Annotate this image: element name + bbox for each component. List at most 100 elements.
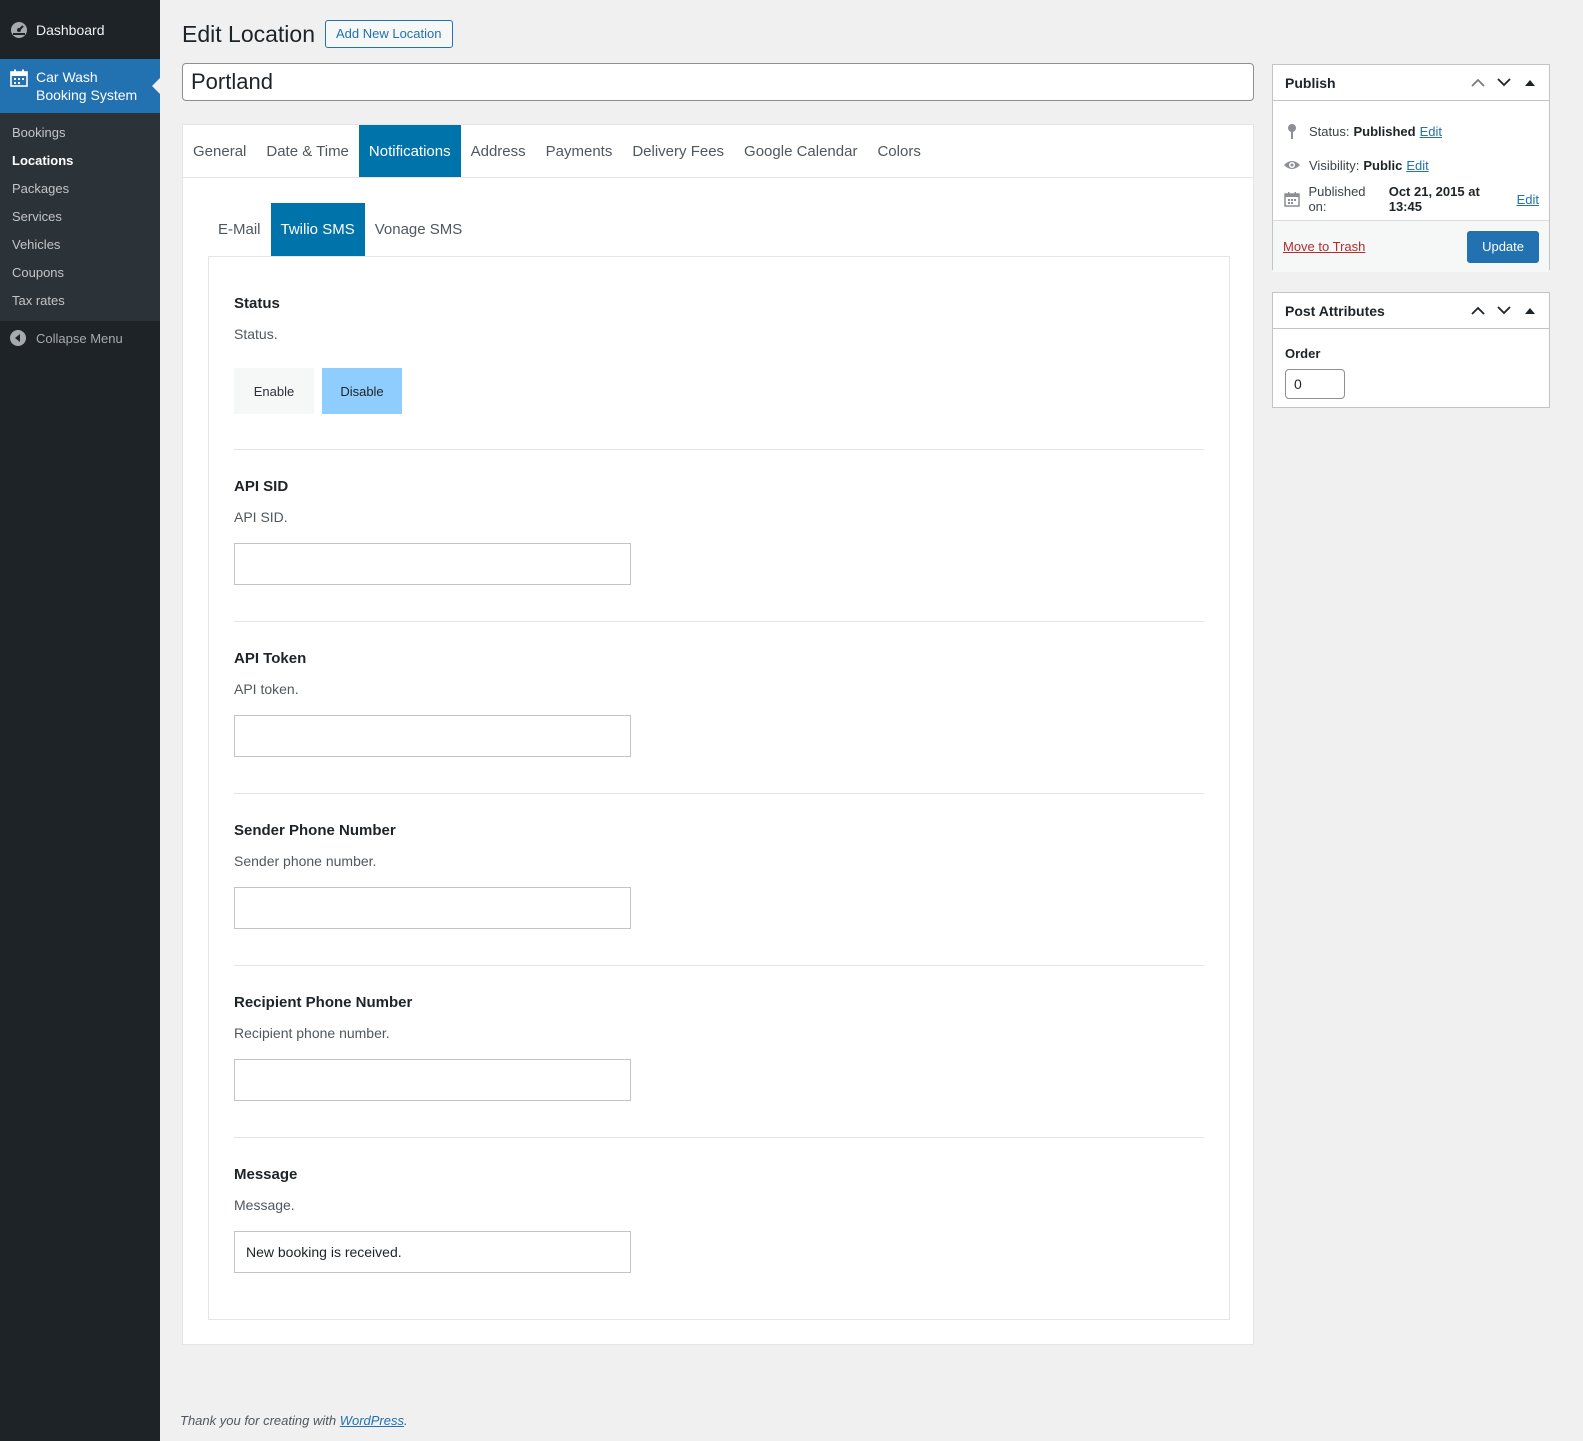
tab-date-time[interactable]: Date & Time	[256, 125, 359, 177]
sender-phone-title: Sender Phone Number	[234, 822, 396, 839]
api-token-title: API Token	[234, 650, 307, 667]
attributes-title: Post Attributes	[1285, 302, 1385, 319]
location-settings-box: General Date & Time Notifications Addres…	[182, 124, 1254, 1345]
publish-body: Status: Published Edit Visibility: Publi…	[1273, 101, 1549, 272]
disable-button[interactable]: Disable	[322, 368, 402, 414]
post-title-input[interactable]: Portland	[182, 63, 1254, 101]
notification-subtabs: E-Mail Twilio SMS Vonage SMS	[208, 203, 472, 256]
attributes-header: Post Attributes	[1273, 293, 1549, 329]
sender-phone-input[interactable]	[234, 887, 631, 929]
menu-current-line1: Car Wash	[36, 69, 98, 85]
submenu-tax-rates[interactable]: Tax rates	[0, 287, 160, 315]
separator	[234, 793, 1204, 794]
tab-delivery-fees[interactable]: Delivery Fees	[622, 125, 734, 177]
publish-visibility-row: Visibility: Public Edit	[1273, 148, 1549, 182]
chevron-down-icon[interactable]	[1491, 298, 1517, 324]
publish-actions: Move to Trash Update	[1273, 220, 1549, 272]
footer-text: Thank you for creating with	[180, 1413, 337, 1428]
post-attributes-box: Post Attributes Order 0	[1272, 292, 1550, 408]
enable-button[interactable]: Enable	[234, 368, 314, 414]
sender-phone-field: Sender Phone Number Sender phone number.	[234, 822, 1204, 929]
eye-icon	[1283, 156, 1301, 174]
subtab-twilio-sms[interactable]: Twilio SMS	[270, 203, 365, 256]
submenu-vehicles[interactable]: Vehicles	[0, 231, 160, 259]
publish-box: Publish Status: Published Edit Visibilit…	[1272, 64, 1550, 272]
edit-visibility-link[interactable]: Edit	[1406, 158, 1428, 173]
publish-header-actions	[1465, 70, 1549, 96]
api-token-input[interactable]	[234, 715, 631, 757]
toggle-panel-icon[interactable]	[1517, 298, 1543, 324]
submenu-locations[interactable]: Locations	[0, 147, 160, 175]
subtab-vonage-sms[interactable]: Vonage SMS	[365, 203, 473, 256]
separator	[234, 449, 1204, 450]
recipient-phone-input[interactable]	[234, 1059, 631, 1101]
visibility-value: Public	[1363, 157, 1403, 173]
move-to-trash-link[interactable]: Move to Trash	[1283, 239, 1365, 254]
pin-icon	[1283, 122, 1301, 140]
main-tabs: General Date & Time Notifications Addres…	[183, 125, 1253, 178]
toggle-panel-icon[interactable]	[1517, 70, 1543, 96]
menu-car-wash-booking[interactable]: Car Wash Booking System	[0, 59, 160, 113]
api-token-field: API Token API token.	[234, 650, 1204, 757]
published-label: Published on:	[1308, 184, 1366, 214]
menu-dashboard-label: Dashboard	[36, 21, 105, 38]
page-title: Edit Location	[182, 20, 315, 47]
calendar-icon	[10, 69, 28, 87]
menu-current-label: Car Wash Booking System	[36, 68, 137, 104]
submenu: Bookings Locations Packages Services Veh…	[0, 113, 160, 321]
sender-phone-desc: Sender phone number.	[234, 853, 377, 869]
chevron-down-icon[interactable]	[1491, 70, 1517, 96]
api-sid-input[interactable]	[234, 543, 631, 585]
message-desc: Message.	[234, 1197, 295, 1213]
order-label: Order	[1285, 346, 1321, 361]
status-toggle-group: Enable Disable	[234, 368, 1204, 414]
twilio-sms-panel: Status Status. Enable Disable API SID AP…	[208, 256, 1230, 1320]
subtab-email[interactable]: E-Mail	[208, 203, 271, 256]
page-header: Edit Location Add New Location	[182, 20, 453, 48]
tab-colors[interactable]: Colors	[867, 125, 930, 177]
publish-status-row: Status: Published Edit	[1273, 114, 1549, 148]
status-title: Status	[234, 295, 280, 312]
recipient-phone-title: Recipient Phone Number	[234, 994, 413, 1011]
visibility-label: Visibility:	[1309, 157, 1360, 173]
update-button[interactable]: Update	[1467, 230, 1539, 263]
dashboard-icon	[10, 21, 28, 39]
wordpress-link[interactable]: WordPress	[340, 1413, 404, 1428]
message-title: Message	[234, 1166, 298, 1183]
api-token-desc: API token.	[234, 681, 299, 697]
edit-status-link[interactable]: Edit	[1420, 124, 1442, 139]
submenu-services[interactable]: Services	[0, 203, 160, 231]
attributes-header-actions	[1465, 298, 1549, 324]
tab-payments[interactable]: Payments	[536, 125, 623, 177]
separator	[234, 621, 1204, 622]
collapse-menu-button[interactable]: Collapse Menu	[0, 321, 160, 355]
tab-google-calendar[interactable]: Google Calendar	[734, 125, 867, 177]
add-new-location-button[interactable]: Add New Location	[324, 20, 453, 48]
tab-general[interactable]: General	[183, 125, 256, 177]
chevron-up-icon[interactable]	[1465, 70, 1491, 96]
publish-title: Publish	[1285, 74, 1336, 91]
tab-notifications[interactable]: Notifications	[358, 125, 461, 177]
api-sid-desc: API SID.	[234, 509, 288, 525]
published-value: Oct 21, 2015 at 13:45	[1388, 184, 1480, 214]
menu-dashboard[interactable]: Dashboard	[0, 0, 160, 59]
order-input[interactable]: 0	[1285, 369, 1345, 399]
api-sid-title: API SID	[234, 478, 289, 495]
menu-current-line2: Booking System	[36, 87, 138, 103]
admin-sidebar: Dashboard Car Wash Booking System Bookin…	[0, 0, 160, 1441]
submenu-coupons[interactable]: Coupons	[0, 259, 160, 287]
status-value: Published	[1353, 123, 1416, 139]
separator	[234, 1137, 1204, 1138]
collapse-arrow-icon	[10, 330, 26, 346]
status-desc: Status.	[234, 326, 278, 342]
message-input[interactable]: New booking is received.	[234, 1231, 631, 1273]
publish-date-row: Published on: Oct 21, 2015 at 13:45 Edit	[1273, 182, 1549, 216]
submenu-bookings[interactable]: Bookings	[0, 119, 160, 147]
edit-date-link[interactable]: Edit	[1517, 192, 1539, 207]
admin-footer: Thank you for creating with WordPress.	[180, 1413, 408, 1428]
api-sid-field: API SID API SID.	[234, 478, 1204, 585]
chevron-up-icon[interactable]	[1465, 298, 1491, 324]
message-field: Message Message. New booking is received…	[234, 1166, 1204, 1273]
submenu-packages[interactable]: Packages	[0, 175, 160, 203]
tab-address[interactable]: Address	[461, 125, 536, 177]
